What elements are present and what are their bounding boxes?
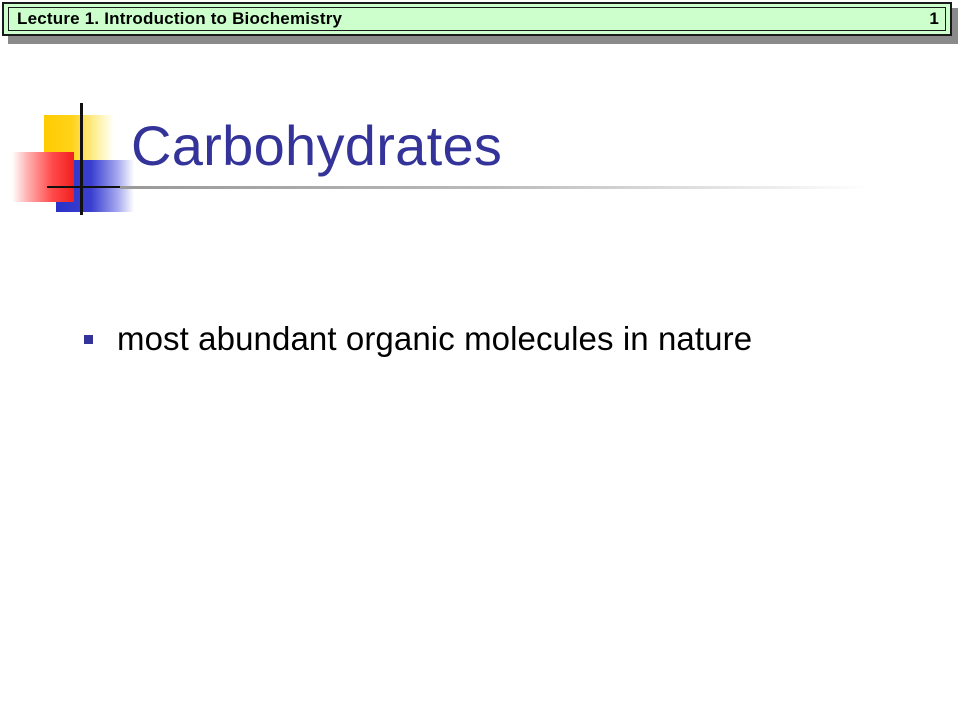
square-bullet-icon (84, 334, 93, 344)
logo-vertical-line (80, 103, 83, 215)
slide-title: Carbohydrates (131, 114, 503, 177)
title-underline (120, 186, 870, 189)
lecture-title: Lecture 1. Introduction to Biochemistry (17, 9, 343, 28)
red-square (12, 152, 74, 202)
bullet-list: most abundant organic molecules in natur… (84, 320, 752, 358)
slide-number: 1 (929, 9, 939, 28)
slide-header-inner: Lecture 1. Introduction to Biochemistry … (8, 7, 946, 31)
slide-header: Lecture 1. Introduction to Biochemistry … (2, 2, 952, 36)
bullet-text: most abundant organic molecules in natur… (117, 320, 753, 357)
bullet-item: most abundant organic molecules in natur… (84, 320, 752, 358)
